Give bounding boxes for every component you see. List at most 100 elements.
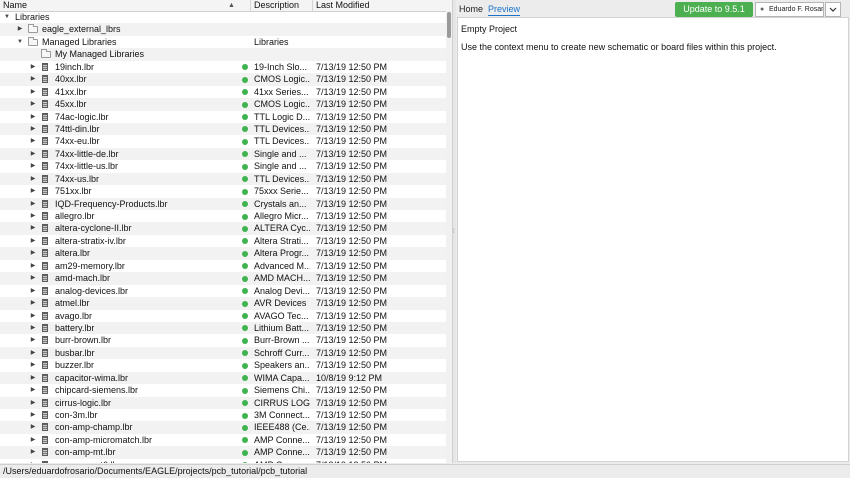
expand-triangle-icon[interactable]: ▼ bbox=[16, 36, 24, 48]
collapse-triangle-icon[interactable]: ▶ bbox=[29, 434, 37, 446]
library-book-icon bbox=[42, 137, 48, 146]
library-modified: 7/13/19 12:50 PM bbox=[316, 61, 388, 72]
library-book-icon bbox=[42, 323, 48, 332]
library-row[interactable]: ▶ altera.lbr Altera Progr... 7/13/19 12:50 … bbox=[0, 247, 446, 260]
collapse-triangle-icon[interactable]: ▶ bbox=[29, 198, 37, 210]
collapse-triangle-icon[interactable]: ▶ bbox=[29, 222, 37, 234]
library-name: 74xx-little-de.lbr bbox=[55, 148, 119, 159]
library-row[interactable]: ▶ con-3m.lbr 3M Connect... 7/13/19 12:50 PM bbox=[0, 409, 446, 421]
collapse-triangle-icon[interactable]: ▶ bbox=[29, 310, 37, 322]
folder-icon bbox=[41, 49, 51, 59]
collapse-triangle-icon[interactable]: ▶ bbox=[29, 86, 37, 98]
collapse-triangle-icon[interactable]: ▶ bbox=[29, 347, 37, 359]
status-dot-icon bbox=[242, 337, 248, 344]
library-row[interactable]: ▶ IQD-Frequency-Products.lbr Crystals an..… bbox=[0, 197, 446, 210]
column-header-last-modified[interactable]: Last Modified bbox=[312, 0, 452, 11]
column-header-description[interactable]: Description bbox=[250, 0, 312, 11]
library-description: Altera Strati... bbox=[254, 235, 309, 246]
collapse-triangle-icon[interactable]: ▶ bbox=[29, 421, 37, 433]
library-row[interactable]: ▶ 74ttl-din.lbr TTL Devices... 7/13/19 12:5… bbox=[0, 122, 446, 136]
library-row[interactable]: ▶ battery.lbr Lithium Batt... 7/13/19 12:50… bbox=[0, 321, 446, 335]
scrollbar-thumb[interactable] bbox=[447, 12, 451, 38]
collapse-triangle-icon[interactable]: ▶ bbox=[29, 148, 37, 160]
library-row[interactable]: ▶ amd-mach.lbr AMD MACH... 7/13/19 12:50 PM bbox=[0, 272, 446, 285]
collapse-triangle-icon[interactable]: ▶ bbox=[16, 23, 24, 35]
library-description: Single and ... bbox=[254, 148, 307, 159]
library-row[interactable]: ▶ con-amp-mt.lbr AMP Conne... 7/13/19 12:50… bbox=[0, 446, 446, 459]
tree-row-my-managed-libraries[interactable]: My Managed Libraries bbox=[0, 48, 446, 61]
tab-preview[interactable]: Preview bbox=[488, 3, 521, 16]
sort-ascending-icon[interactable]: ▲ bbox=[228, 0, 235, 11]
library-row[interactable]: ▶ am29-memory.lbr Advanced M... 7/13/19 12:… bbox=[0, 260, 446, 272]
collapse-triangle-icon[interactable]: ▶ bbox=[29, 185, 37, 197]
library-row[interactable]: ▶ 751xx.lbr 75xxx Serie... 7/13/19 12:50 PM bbox=[0, 185, 446, 197]
library-row[interactable]: ▶ 45xx.lbr CMOS Logic... 7/13/19 12:50 PM bbox=[0, 98, 446, 111]
library-row[interactable]: ▶ 74ac-logic.lbr TTL Logic D... 7/13/19 12:… bbox=[0, 111, 446, 123]
collapse-triangle-icon[interactable]: ▶ bbox=[29, 160, 37, 172]
collapse-triangle-icon[interactable]: ▶ bbox=[29, 98, 37, 110]
collapse-triangle-icon[interactable]: ▶ bbox=[29, 135, 37, 147]
library-name: 74xx-eu.lbr bbox=[55, 136, 100, 147]
collapse-triangle-icon[interactable]: ▶ bbox=[29, 409, 37, 421]
collapse-triangle-icon[interactable]: ▶ bbox=[29, 235, 37, 247]
collapse-triangle-icon[interactable]: ▶ bbox=[29, 359, 37, 371]
collapse-triangle-icon[interactable]: ▶ bbox=[29, 372, 37, 384]
tree-row-label: My Managed Libraries bbox=[55, 49, 145, 60]
library-row[interactable]: ▶ analog-devices.lbr Analog Devi... 7/13/19… bbox=[0, 285, 446, 297]
library-modified: 7/13/19 12:50 PM bbox=[316, 422, 388, 433]
library-row[interactable]: ▶ altera-stratix-iv.lbr Altera Strati... 7/… bbox=[0, 235, 446, 247]
collapse-triangle-icon[interactable]: ▶ bbox=[29, 123, 37, 135]
tree-row-managed-libraries[interactable]: ▼ Managed Libraries Libraries bbox=[0, 36, 446, 48]
library-name: con-amp-micromatch.lbr bbox=[55, 434, 153, 445]
library-description: ALTERA Cyc... bbox=[254, 223, 310, 234]
collapse-triangle-icon[interactable]: ▶ bbox=[29, 247, 37, 259]
collapse-triangle-icon[interactable]: ▶ bbox=[29, 111, 37, 123]
library-row[interactable]: ▶ 74xx-us.lbr TTL Devices... 7/13/19 12:50 … bbox=[0, 172, 446, 186]
library-row[interactable]: ▶ 74xx-eu.lbr TTL Devices... 7/13/19 12:50 … bbox=[0, 135, 446, 147]
collapse-triangle-icon[interactable]: ▶ bbox=[29, 446, 37, 458]
splitter-grip-icon[interactable]: ⁞ bbox=[453, 229, 455, 235]
library-row[interactable]: ▶ buzzer.lbr Speakers an... 7/13/19 12:50 P… bbox=[0, 359, 446, 371]
collapse-triangle-icon[interactable]: ▶ bbox=[29, 285, 37, 297]
library-row[interactable]: ▶ chipcard-siemens.lbr Siemens Chi... 7/13/… bbox=[0, 384, 446, 396]
library-name: chipcard-siemens.lbr bbox=[55, 385, 139, 396]
library-row[interactable]: ▶ capacitor-wima.lbr WIMA Capa... 10/8/19 9… bbox=[0, 371, 446, 385]
collapse-triangle-icon[interactable]: ▶ bbox=[29, 73, 37, 85]
library-row[interactable]: ▶ 19inch.lbr 19-Inch Slo... 7/13/19 12:50 P… bbox=[0, 61, 446, 73]
update-button[interactable]: Update to 9.5.1 bbox=[675, 2, 753, 17]
tree-row-libraries[interactable]: ▼ Libraries bbox=[0, 11, 446, 23]
library-row[interactable]: ▶ atmel.lbr AVR Devices 7/13/19 12:50 PM bbox=[0, 297, 446, 310]
library-row[interactable]: ▶ avago.lbr AVAGO Tec... 7/13/19 12:50 PM bbox=[0, 310, 446, 322]
library-row[interactable]: ▶ con-amp-champ.lbr IEEE488 (Ce... 7/13/19 … bbox=[0, 421, 446, 434]
library-row[interactable]: ▶ 74xx-little-us.lbr Single and ... 7/13/19… bbox=[0, 160, 446, 172]
collapse-triangle-icon[interactable]: ▶ bbox=[29, 334, 37, 346]
collapse-triangle-icon[interactable]: ▶ bbox=[29, 210, 37, 222]
library-row[interactable]: ▶ altera-cyclone-II.lbr ALTERA Cyc... 7/13/… bbox=[0, 222, 446, 235]
user-account-button[interactable]: ● Eduardo F. Rosario bbox=[755, 2, 824, 17]
library-row[interactable]: ▶ cirrus-logic.lbr CIRRUS LOGIC 7/13/19 12:… bbox=[0, 396, 446, 409]
library-row[interactable]: ▶ con-amp-mt6.lbr AMP Conne... 7/13/19 12:5… bbox=[0, 459, 446, 463]
expand-triangle-icon[interactable]: ▼ bbox=[3, 11, 11, 23]
collapse-triangle-icon[interactable]: ▶ bbox=[29, 272, 37, 284]
library-row[interactable]: ▶ 41xx.lbr 41xx Series... 7/13/19 12:50 PM bbox=[0, 86, 446, 98]
tab-home[interactable]: Home bbox=[459, 3, 483, 15]
library-row[interactable]: ▶ busbar.lbr Schroff Curr... 7/13/19 12:50 … bbox=[0, 346, 446, 360]
tree-row-eagle-external-lbrs[interactable]: ▶ eagle_external_lbrs bbox=[0, 23, 446, 36]
folder-open-icon bbox=[28, 36, 38, 46]
collapse-triangle-icon[interactable]: ▶ bbox=[29, 297, 37, 309]
column-header-name[interactable]: Name bbox=[0, 0, 250, 11]
library-row[interactable]: ▶ con-amp-micromatch.lbr AMP Conne... 7/13/… bbox=[0, 434, 446, 446]
collapse-triangle-icon[interactable]: ▶ bbox=[29, 260, 37, 272]
library-row[interactable]: ▶ 40xx.lbr CMOS Logic... 7/13/19 12:50 PM bbox=[0, 73, 446, 86]
collapse-triangle-icon[interactable]: ▶ bbox=[29, 459, 37, 463]
collapse-triangle-icon[interactable]: ▶ bbox=[29, 322, 37, 334]
collapse-triangle-icon[interactable]: ▶ bbox=[29, 384, 37, 396]
library-book-icon bbox=[42, 249, 48, 258]
library-row[interactable]: ▶ allegro.lbr Allegro Micr... 7/13/19 12:50… bbox=[0, 210, 446, 222]
library-row[interactable]: ▶ burr-brown.lbr Burr-Brown ... 7/13/19 12:… bbox=[0, 334, 446, 346]
collapse-triangle-icon[interactable]: ▶ bbox=[29, 397, 37, 409]
collapse-triangle-icon[interactable]: ▶ bbox=[29, 173, 37, 185]
collapse-triangle-icon[interactable]: ▶ bbox=[29, 61, 37, 73]
user-menu-dropdown[interactable] bbox=[825, 2, 841, 17]
library-row[interactable]: ▶ 74xx-little-de.lbr Single and ... 7/13/19… bbox=[0, 147, 446, 161]
